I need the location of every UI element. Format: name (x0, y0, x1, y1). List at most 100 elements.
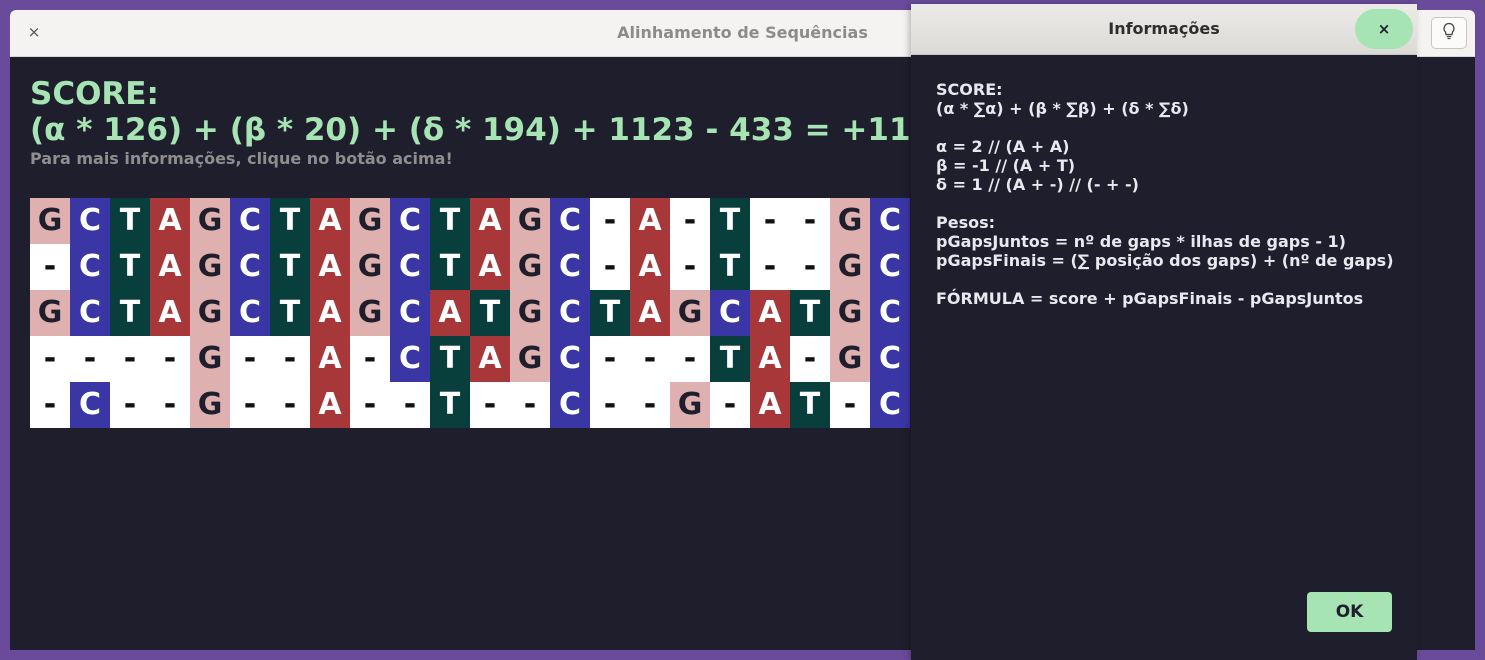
alignment-grid: GCTAGCTAGCTAGC-A-T--GC-CTAGCTAGCTAGC-A-T… (30, 198, 910, 428)
alignment-cell: - (470, 382, 510, 428)
alignment-cell: G (190, 382, 230, 428)
info-button[interactable] (1431, 17, 1467, 49)
alignment-cell: A (310, 382, 350, 428)
info-line: (α * ∑α) + (β * ∑β) + (δ * ∑δ) (936, 99, 1189, 118)
alignment-cell: G (190, 198, 230, 244)
alignment-cell: G (190, 336, 230, 382)
alignment-cell: - (350, 336, 390, 382)
alignment-cell: - (150, 336, 190, 382)
alignment-cell: T (430, 382, 470, 428)
alignment-cell: - (390, 382, 430, 428)
alignment-cell: C (230, 290, 270, 336)
alignment-cell: A (750, 290, 790, 336)
alignment-cell: T (790, 382, 830, 428)
alignment-cell: T (470, 290, 510, 336)
alignment-cell: - (590, 336, 630, 382)
alignment-cell: - (630, 336, 670, 382)
alignment-cell: C (550, 244, 590, 290)
info-line: SCORE: (936, 80, 1003, 99)
info-line: Pesos: (936, 213, 996, 232)
alignment-cell: - (30, 336, 70, 382)
alignment-cell: C (230, 244, 270, 290)
alignment-cell: - (510, 382, 550, 428)
alignment-cell: T (790, 290, 830, 336)
alignment-cell: G (670, 290, 710, 336)
alignment-cell: G (830, 290, 870, 336)
alignment-cell: C (870, 336, 910, 382)
alignment-cell: - (670, 244, 710, 290)
alignment-cell: T (710, 244, 750, 290)
alignment-cell: - (670, 198, 710, 244)
alignment-cell: G (350, 244, 390, 290)
alignment-cell: T (270, 290, 310, 336)
alignment-cell: A (750, 382, 790, 428)
alignment-cell: G (670, 382, 710, 428)
alignment-cell: A (630, 244, 670, 290)
alignment-cell: G (510, 290, 550, 336)
info-line: α = 2 // (A + A) (936, 137, 1070, 156)
alignment-cell: - (670, 336, 710, 382)
alignment-cell: G (190, 290, 230, 336)
alignment-cell: T (430, 198, 470, 244)
alignment-cell: T (430, 244, 470, 290)
alignment-cell: - (230, 336, 270, 382)
alignment-cell: A (150, 198, 190, 244)
alignment-cell: - (590, 244, 630, 290)
info-line: δ = 1 // (A + -) // (- + -) (936, 175, 1139, 194)
alignment-cell: T (710, 198, 750, 244)
alignment-cell: - (710, 382, 750, 428)
alignment-cell: G (190, 244, 230, 290)
alignment-cell: C (550, 198, 590, 244)
alignment-cell: C (870, 198, 910, 244)
info-text: SCORE: (α * ∑α) + (β * ∑β) + (δ * ∑δ) α = … (936, 80, 1406, 308)
alignment-cell: A (310, 290, 350, 336)
lightbulb-icon (1442, 22, 1456, 44)
alignment-cell: C (870, 244, 910, 290)
info-dialog: Informações × SCORE: (α * ∑α) + (β * ∑β) … (911, 4, 1417, 660)
alignment-cell: - (790, 198, 830, 244)
alignment-cell: C (390, 198, 430, 244)
alignment-cell: A (430, 290, 470, 336)
alignment-cell: A (470, 336, 510, 382)
ok-button[interactable]: OK (1307, 592, 1392, 632)
alignment-cell: C (230, 198, 270, 244)
alignment-cell: - (30, 244, 70, 290)
alignment-cell: G (510, 198, 550, 244)
alignment-cell: - (110, 336, 150, 382)
score-formula: (α * 126) + (β * 20) + (δ * 194) + 1123 … (30, 112, 954, 148)
alignment-cell: - (590, 198, 630, 244)
alignment-cell: C (870, 382, 910, 428)
alignment-cell: - (590, 382, 630, 428)
info-line: pGapsJuntos = nº de gaps * ilhas de gaps… (936, 232, 1346, 251)
alignment-cell: G (510, 336, 550, 382)
alignment-cell: A (150, 244, 190, 290)
alignment-cell: T (110, 244, 150, 290)
alignment-cell: C (70, 290, 110, 336)
alignment-cell: G (830, 198, 870, 244)
alignment-cell: - (830, 382, 870, 428)
alignment-cell: C (390, 290, 430, 336)
alignment-cell: G (510, 244, 550, 290)
alignment-cell: - (270, 382, 310, 428)
alignment-cell: G (350, 198, 390, 244)
alignment-cell: A (630, 290, 670, 336)
alignment-cell: C (550, 290, 590, 336)
alignment-cell: - (790, 244, 830, 290)
alignment-cell: - (70, 336, 110, 382)
info-line: β = -1 // (A + T) (936, 156, 1076, 175)
info-line: pGapsFinais = (∑ posição dos gaps) + (nº… (936, 251, 1394, 270)
score-hint: Para mais informações, clique no botão a… (30, 149, 453, 168)
dialog-close-button[interactable]: × (1355, 9, 1413, 49)
alignment-cell: T (590, 290, 630, 336)
alignment-cell: C (550, 336, 590, 382)
alignment-cell: - (30, 382, 70, 428)
alignment-cell: G (30, 290, 70, 336)
alignment-cell: A (750, 336, 790, 382)
alignment-cell: C (550, 382, 590, 428)
alignment-cell: - (630, 382, 670, 428)
alignment-cell: G (30, 198, 70, 244)
alignment-cell: - (230, 382, 270, 428)
alignment-cell: C (70, 244, 110, 290)
